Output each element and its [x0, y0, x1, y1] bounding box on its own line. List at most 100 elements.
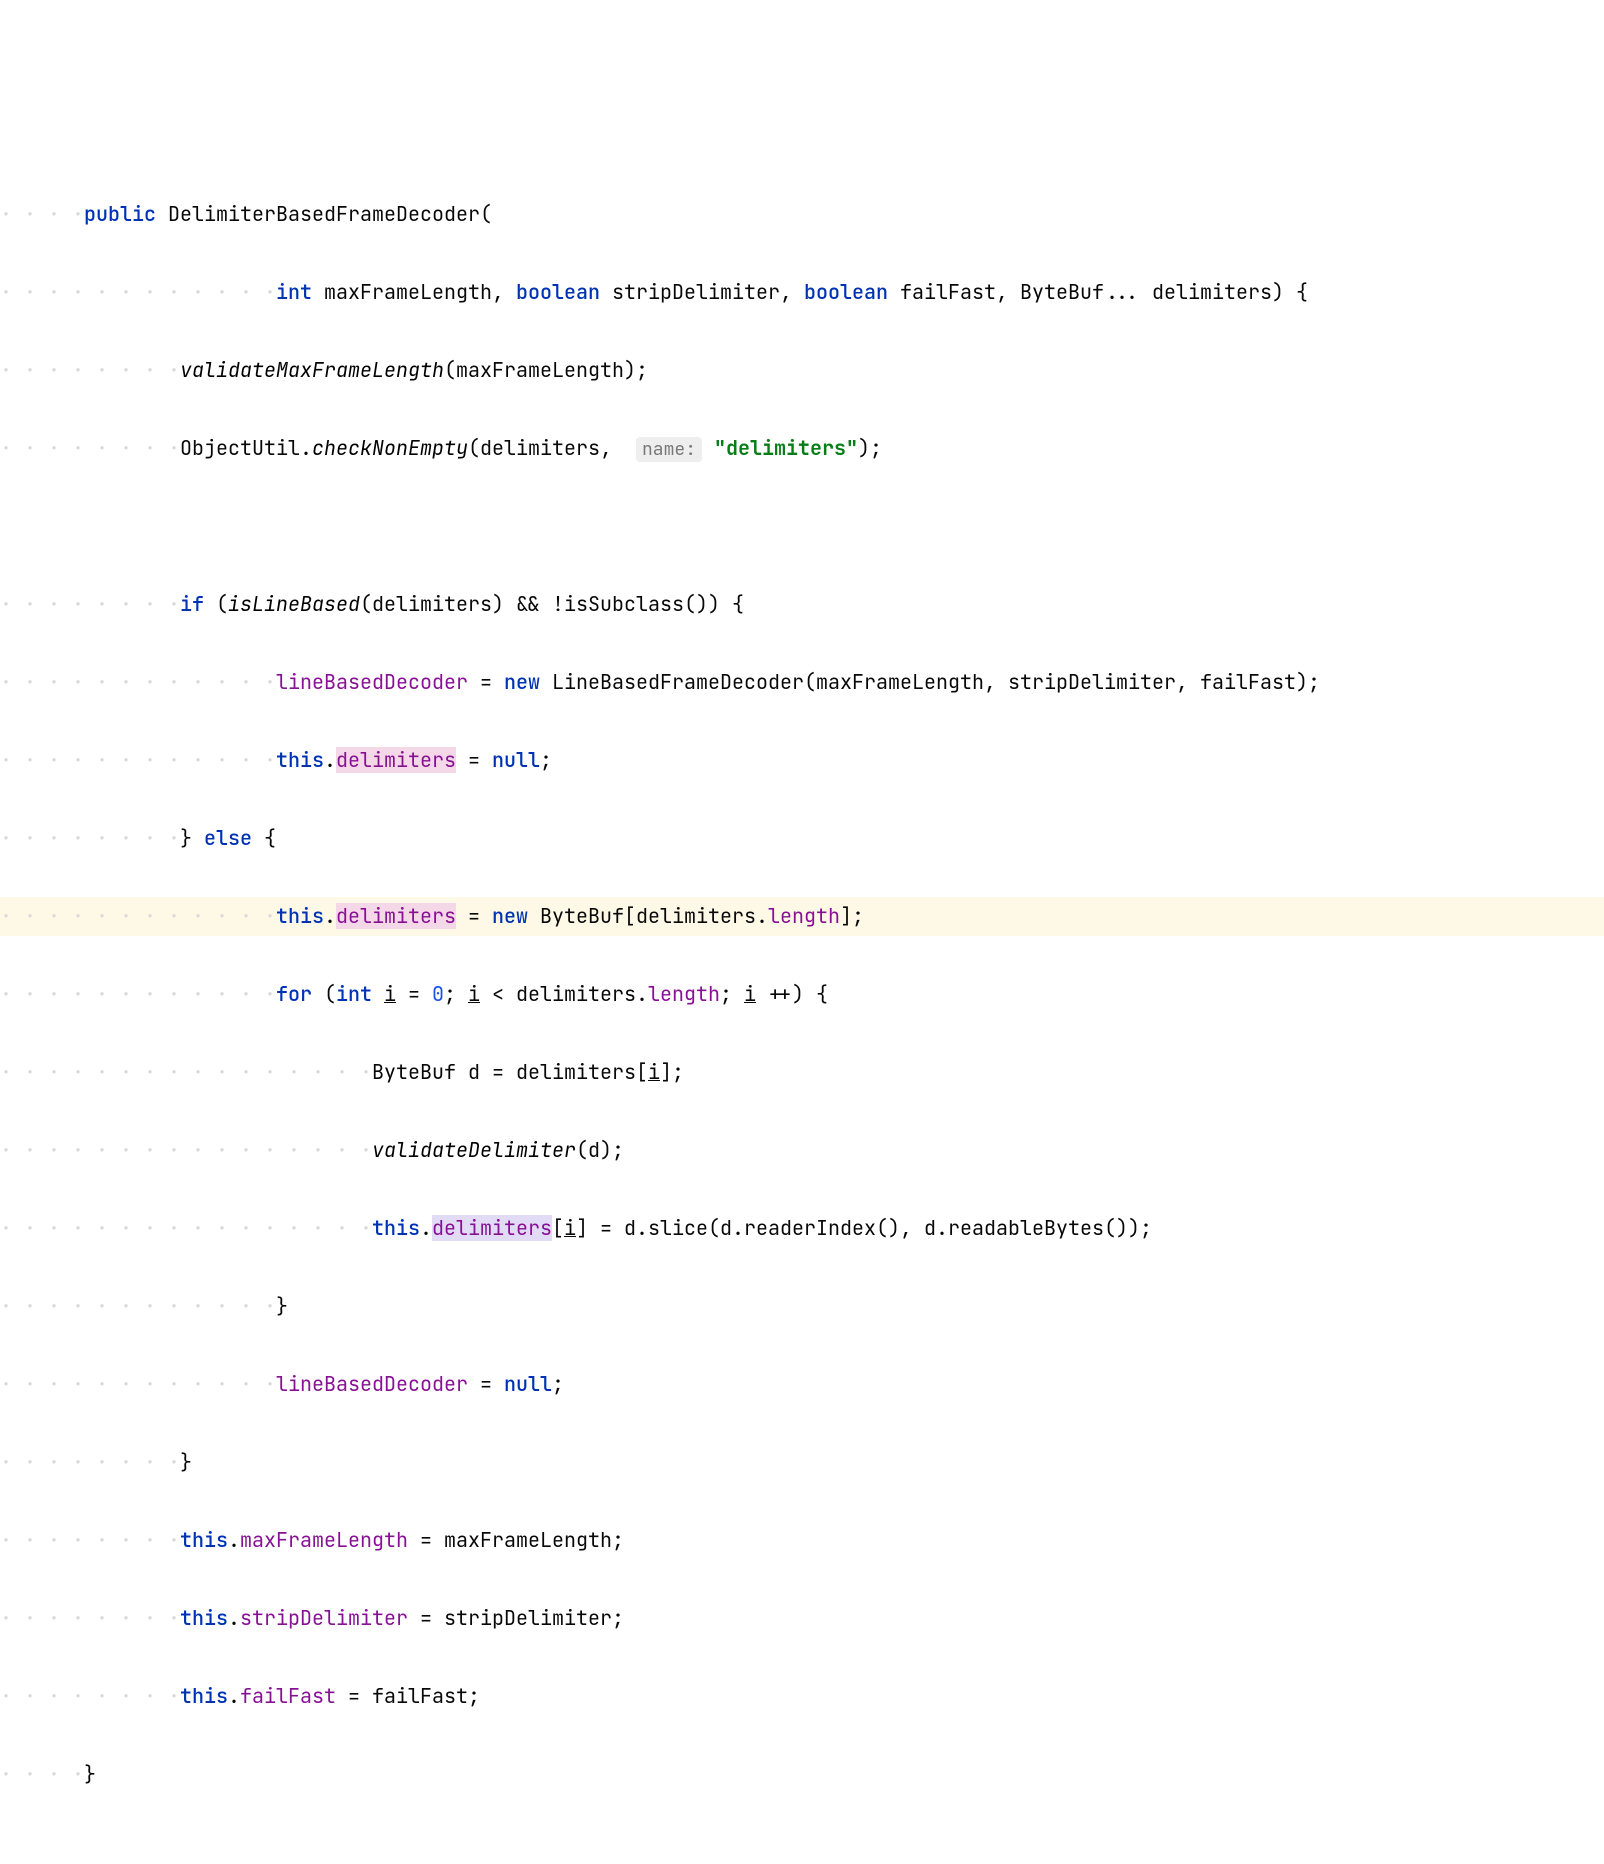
ctor-call: LineBasedFrameDecoder(maxFrameLength,: [552, 669, 996, 695]
code-line[interactable]: · · · · · · · · · · · ·for (int i = 0; i…: [0, 975, 1604, 1014]
indent: · · · · · · · · · · · ·: [0, 669, 276, 695]
brace: }: [84, 1761, 96, 1787]
code-line[interactable]: · · · · · · · · · · · ·lineBasedDecoder …: [0, 663, 1604, 702]
type: ByteBuf: [372, 1059, 456, 1085]
code-line[interactable]: · · · · · · · · · · · ·int maxFrameLengt…: [0, 273, 1604, 312]
kw-public: public: [84, 201, 156, 227]
space: [540, 591, 552, 617]
indent: · · · · · · · · · · · ·: [0, 1293, 276, 1319]
number: 0: [432, 981, 444, 1007]
space: [504, 981, 516, 1007]
expr: d.slice(d.readerIndex(),: [624, 1215, 912, 1241]
paren: (: [216, 591, 228, 617]
kw-this: this: [180, 1527, 228, 1553]
code-line[interactable]: · · · · · · · ·validateMaxFrameLength(ma…: [0, 351, 1604, 390]
code-line[interactable]: · · · · · · · ·} else {: [0, 819, 1604, 858]
bracket: ]: [576, 1215, 588, 1241]
op-inc: ++): [768, 981, 804, 1007]
method-name: DelimiterBasedFrameDecoder: [168, 201, 480, 227]
space: [432, 1527, 444, 1553]
indent: · · · · · · · · · · · ·: [0, 903, 276, 929]
semi: ;: [552, 1371, 564, 1397]
kw-int: int: [276, 279, 312, 305]
indent: · · · ·: [0, 201, 84, 227]
param: maxFrameLength,: [324, 279, 504, 305]
arg: stripDelimiter,: [1008, 669, 1188, 695]
indent: · · · · · · · · · · · ·: [0, 1371, 276, 1397]
space: [540, 669, 552, 695]
code-line[interactable]: · · · ·}: [0, 1755, 1604, 1794]
code-editor[interactable]: · · · ·public DelimiterBasedFrameDecoder…: [0, 156, 1604, 1833]
code-line[interactable]: · · · · · · · ·if (isLineBased(delimiter…: [0, 585, 1604, 624]
space: [336, 1683, 348, 1709]
space: [732, 981, 744, 1007]
semi: ;: [720, 981, 732, 1007]
var: i: [384, 981, 396, 1007]
code-line[interactable]: · · · · · · · · · · · · · · · ·ByteBuf d…: [0, 1053, 1604, 1092]
space: [996, 669, 1008, 695]
space: [408, 1527, 420, 1553]
indent: · · · · · · · ·: [0, 1605, 180, 1631]
code-line-highlighted[interactable]: · · · · · · · · · · · ·this.delimiters =…: [0, 897, 1604, 936]
indent: · · · ·: [0, 1761, 84, 1787]
semi: ;: [540, 747, 552, 773]
param: failFast,: [900, 279, 1008, 305]
close: ];: [840, 903, 864, 929]
space: [702, 435, 714, 461]
code-line[interactable]: [0, 507, 1604, 546]
indent: · · · · · · · · · · · ·: [0, 279, 276, 305]
space: [720, 591, 732, 617]
param: delimiters): [1152, 279, 1284, 305]
field-ref: delimiters: [336, 747, 456, 773]
code-line[interactable]: · · · · · · · · · · · ·this.delimiters =…: [0, 741, 1604, 780]
op-and: &&: [516, 591, 540, 617]
dot: .: [324, 903, 336, 929]
var: i: [648, 1059, 660, 1085]
expr: d.readableBytes());: [924, 1215, 1152, 1241]
code-line[interactable]: · · · · · · · · · · · · · · · ·validateD…: [0, 1131, 1604, 1170]
kw-boolean: boolean: [804, 279, 888, 305]
code-line[interactable]: · · · · · · · · · · · ·lineBasedDecoder …: [0, 1365, 1604, 1404]
var: d: [468, 1059, 480, 1085]
space: [456, 981, 468, 1007]
dot: .: [324, 747, 336, 773]
op-eq: =: [468, 747, 480, 773]
space: [492, 669, 504, 695]
param: stripDelimiter,: [612, 279, 792, 305]
space: [456, 1059, 468, 1085]
val: stripDelimiter;: [444, 1605, 624, 1631]
code-line[interactable]: · · · · · · · ·this.maxFrameLength = max…: [0, 1521, 1604, 1560]
space: [792, 279, 804, 305]
space: [756, 981, 768, 1007]
code-line[interactable]: · · · · · · · · · · · · · · · ·this.deli…: [0, 1209, 1604, 1248]
var: i: [468, 981, 480, 1007]
brace: {: [732, 591, 744, 617]
space: [504, 591, 516, 617]
space: [456, 747, 468, 773]
code-line[interactable]: · · · ·public DelimiterBasedFrameDecoder…: [0, 195, 1604, 234]
indent: · · · · · · · · · · · ·: [0, 747, 276, 773]
field-ref: length: [648, 981, 720, 1007]
kw-this: this: [180, 1683, 228, 1709]
kw-new: new: [492, 903, 528, 929]
space: [420, 981, 432, 1007]
indent: · · · · · · · · · · · · · · · ·: [0, 1215, 372, 1241]
field-ref: delimiters: [432, 1215, 552, 1241]
op-eq: =: [468, 903, 480, 929]
indent: · · · · · · · · · · · ·: [0, 981, 276, 1007]
code-line[interactable]: · · · · · · · ·this.stripDelimiter = str…: [0, 1599, 1604, 1638]
space: [912, 1215, 924, 1241]
space: [312, 981, 324, 1007]
param-type: ByteBuf...: [1020, 279, 1140, 305]
bracket: [: [552, 1215, 564, 1241]
field-ref: length: [768, 903, 840, 929]
brace: {: [264, 825, 276, 851]
space: [456, 903, 468, 929]
code-line[interactable]: · · · · · · · ·ObjectUtil.checkNonEmpty(…: [0, 429, 1604, 468]
field-ref: delimiters: [336, 903, 456, 929]
code-line[interactable]: · · · · · · · ·}: [0, 1443, 1604, 1482]
code-line[interactable]: · · · · · · · ·this.failFast = failFast;: [0, 1677, 1604, 1716]
method-call: validateMaxFrameLength: [180, 357, 444, 383]
space: [1008, 279, 1020, 305]
code-line[interactable]: · · · · · · · · · · · ·}: [0, 1287, 1604, 1326]
